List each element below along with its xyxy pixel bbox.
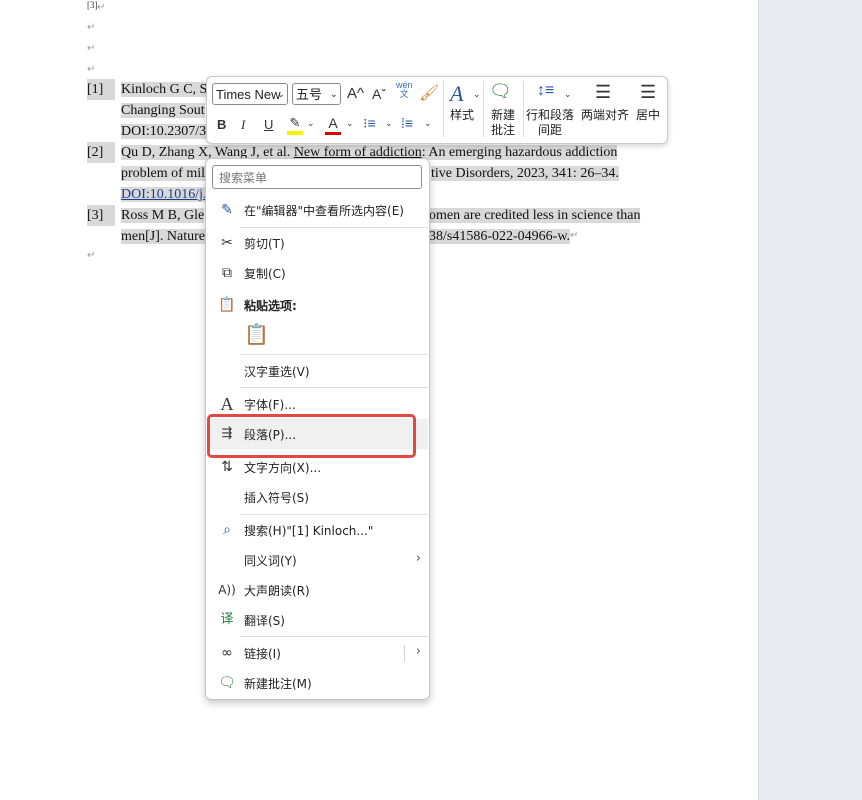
menu-item-insert-symbol[interactable]: 插入符号(S) — [206, 482, 429, 512]
menu-item-synonyms[interactable]: 同义词(Y) › — [206, 545, 429, 575]
paragraph-mark: ↵ — [570, 230, 579, 241]
line-spacing-icon[interactable]: ↕≡ — [537, 82, 554, 100]
copy-icon: ⧉ — [222, 265, 232, 281]
ref-number: [3] — [87, 205, 115, 226]
paragraph-mark: ↵ — [87, 43, 96, 54]
shrink-font-button[interactable]: Aˇ — [372, 86, 386, 102]
center-align-icon[interactable]: ☰ — [640, 82, 656, 103]
format-painter-icon[interactable]: 🖌 — [419, 83, 439, 103]
new-comment-icon[interactable]: 🗨 — [489, 81, 512, 102]
chevron-down-icon: ⌄ — [564, 89, 572, 99]
font-name-select[interactable]: Times New ⌄ — [212, 83, 288, 105]
menu-item-paste-options: 📋 粘贴选项: — [218, 297, 297, 313]
chevron-down-icon[interactable]: ⌄ — [307, 118, 315, 129]
paragraph-mark: ↵ — [97, 2, 106, 13]
ref-text: omen are credited less in science than — [429, 208, 641, 223]
chevron-right-icon[interactable]: › — [416, 644, 421, 659]
ref-number: [2] — [87, 142, 115, 163]
numbering-icon[interactable]: ⁞≡ — [401, 115, 413, 131]
ref-text: problem of mil — [121, 166, 205, 181]
ref-text: Kinloch G C, S — [121, 82, 208, 97]
doi-link[interactable]: DOI:10.1016/j. — [121, 187, 207, 202]
chevron-down-icon[interactable]: ⌄ — [424, 118, 432, 129]
link-icon: ∞ — [221, 645, 233, 661]
paste-keep-formatting-button[interactable]: 📋 — [244, 322, 269, 350]
chevron-down-icon: ⌄ — [329, 89, 338, 100]
line-spacing-label[interactable]: 行和段落 间距 — [523, 108, 577, 138]
chevron-down-icon: ⌄ — [276, 89, 285, 100]
chevron-right-icon: › — [415, 551, 421, 566]
chevron-down-icon[interactable]: ⌄ — [346, 118, 354, 129]
paste-icon: 📋 — [218, 297, 236, 313]
menu-item-translate[interactable]: 译 翻译(S) — [206, 605, 429, 635]
phonetic-guide-icon[interactable]: wén 文 — [396, 81, 413, 99]
justify-label[interactable]: 两端对齐 — [579, 108, 631, 123]
menu-item-copy[interactable]: ⧉ 复制(C) — [206, 258, 429, 288]
menu-divider — [240, 354, 428, 355]
translate-icon: 译 — [220, 612, 234, 627]
menu-divider — [240, 636, 428, 637]
bullets-icon[interactable]: ⁝≡ — [363, 115, 376, 132]
ref-text: men[J]. Nature — [121, 229, 205, 244]
ref-text: DOI:10.2307/3 — [121, 124, 207, 139]
font-color-icon[interactable]: A — [325, 115, 341, 135]
editor-pen-icon: ✎ — [221, 202, 233, 218]
ref-label-superscript: [3] — [87, 0, 98, 10]
menu-divider — [240, 387, 428, 388]
styles-icon[interactable]: A — [450, 81, 463, 107]
chevron-down-icon[interactable]: ⌄ — [385, 118, 393, 129]
justify-icon[interactable]: ☰ — [595, 82, 611, 103]
grow-font-button[interactable]: A^ — [347, 85, 364, 102]
menu-item-link[interactable]: ∞ 链接(I) › — [206, 638, 429, 668]
paragraph-mark: ↵ — [87, 22, 96, 33]
text-direction-icon: ⇅ — [221, 459, 233, 475]
right-side-panel — [758, 0, 862, 800]
font-icon: A — [220, 394, 234, 414]
ref-text: Ross M B, Gle — [121, 208, 205, 223]
italic-button[interactable]: I — [241, 117, 245, 133]
toolbar-divider — [443, 81, 444, 137]
center-label[interactable]: 居中 — [633, 108, 663, 123]
new-comment-icon: 🗨 — [218, 675, 236, 691]
paragraph-mark: ↵ — [87, 250, 96, 261]
menu-item-reconvert[interactable]: 汉字重选(V) — [206, 356, 429, 386]
scissors-icon: ✂ — [221, 235, 233, 251]
styles-label[interactable]: 样式 — [447, 108, 477, 123]
chevron-down-icon: ⌄ — [473, 89, 481, 99]
search-icon: ⌕ — [223, 522, 231, 538]
menu-item-view-in-editor[interactable]: ✎ 在"编辑器"中查看所选内容(E) — [206, 195, 429, 225]
menu-item-cut[interactable]: ✂ 剪切(T) — [206, 228, 429, 258]
mini-toolbar: Times New ⌄ 五号 ⌄ A^ Aˇ wén 文 🖌 B I U ✎ ⌄ A … — [206, 76, 668, 144]
read-aloud-icon: A)) — [218, 583, 236, 597]
font-size-select[interactable]: 五号 ⌄ — [292, 83, 341, 105]
annotation-highlight-box — [207, 414, 416, 458]
ref-text: Changing Sout — [121, 103, 205, 118]
ref-number: [1] — [87, 79, 115, 100]
ref-text: tive Disorders, 2023, 341: 26–34. — [431, 166, 619, 181]
menu-item-search[interactable]: ⌕ 搜索(H)"[1] Kinloch..." — [206, 515, 429, 545]
menu-search-input[interactable]: 搜索菜单 — [212, 165, 422, 189]
ref-text: : An emerging hazardous addiction — [421, 145, 618, 160]
new-comment-label[interactable]: 新建 批注 — [487, 108, 519, 138]
menu-item-read-aloud[interactable]: A)) 大声朗读(R) — [206, 575, 429, 605]
menu-item-new-comment[interactable]: 🗨 新建批注(M) — [206, 668, 429, 698]
toolbar-divider — [483, 81, 484, 137]
submenu-divider — [404, 645, 405, 661]
underline-button[interactable]: U — [264, 117, 273, 132]
highlighter-icon[interactable]: ✎ — [287, 115, 303, 135]
bold-button[interactable]: B — [217, 117, 226, 132]
paragraph-mark: ↵ — [87, 64, 96, 75]
ref-text: 38/s41586-022-04966-w. — [429, 229, 571, 244]
